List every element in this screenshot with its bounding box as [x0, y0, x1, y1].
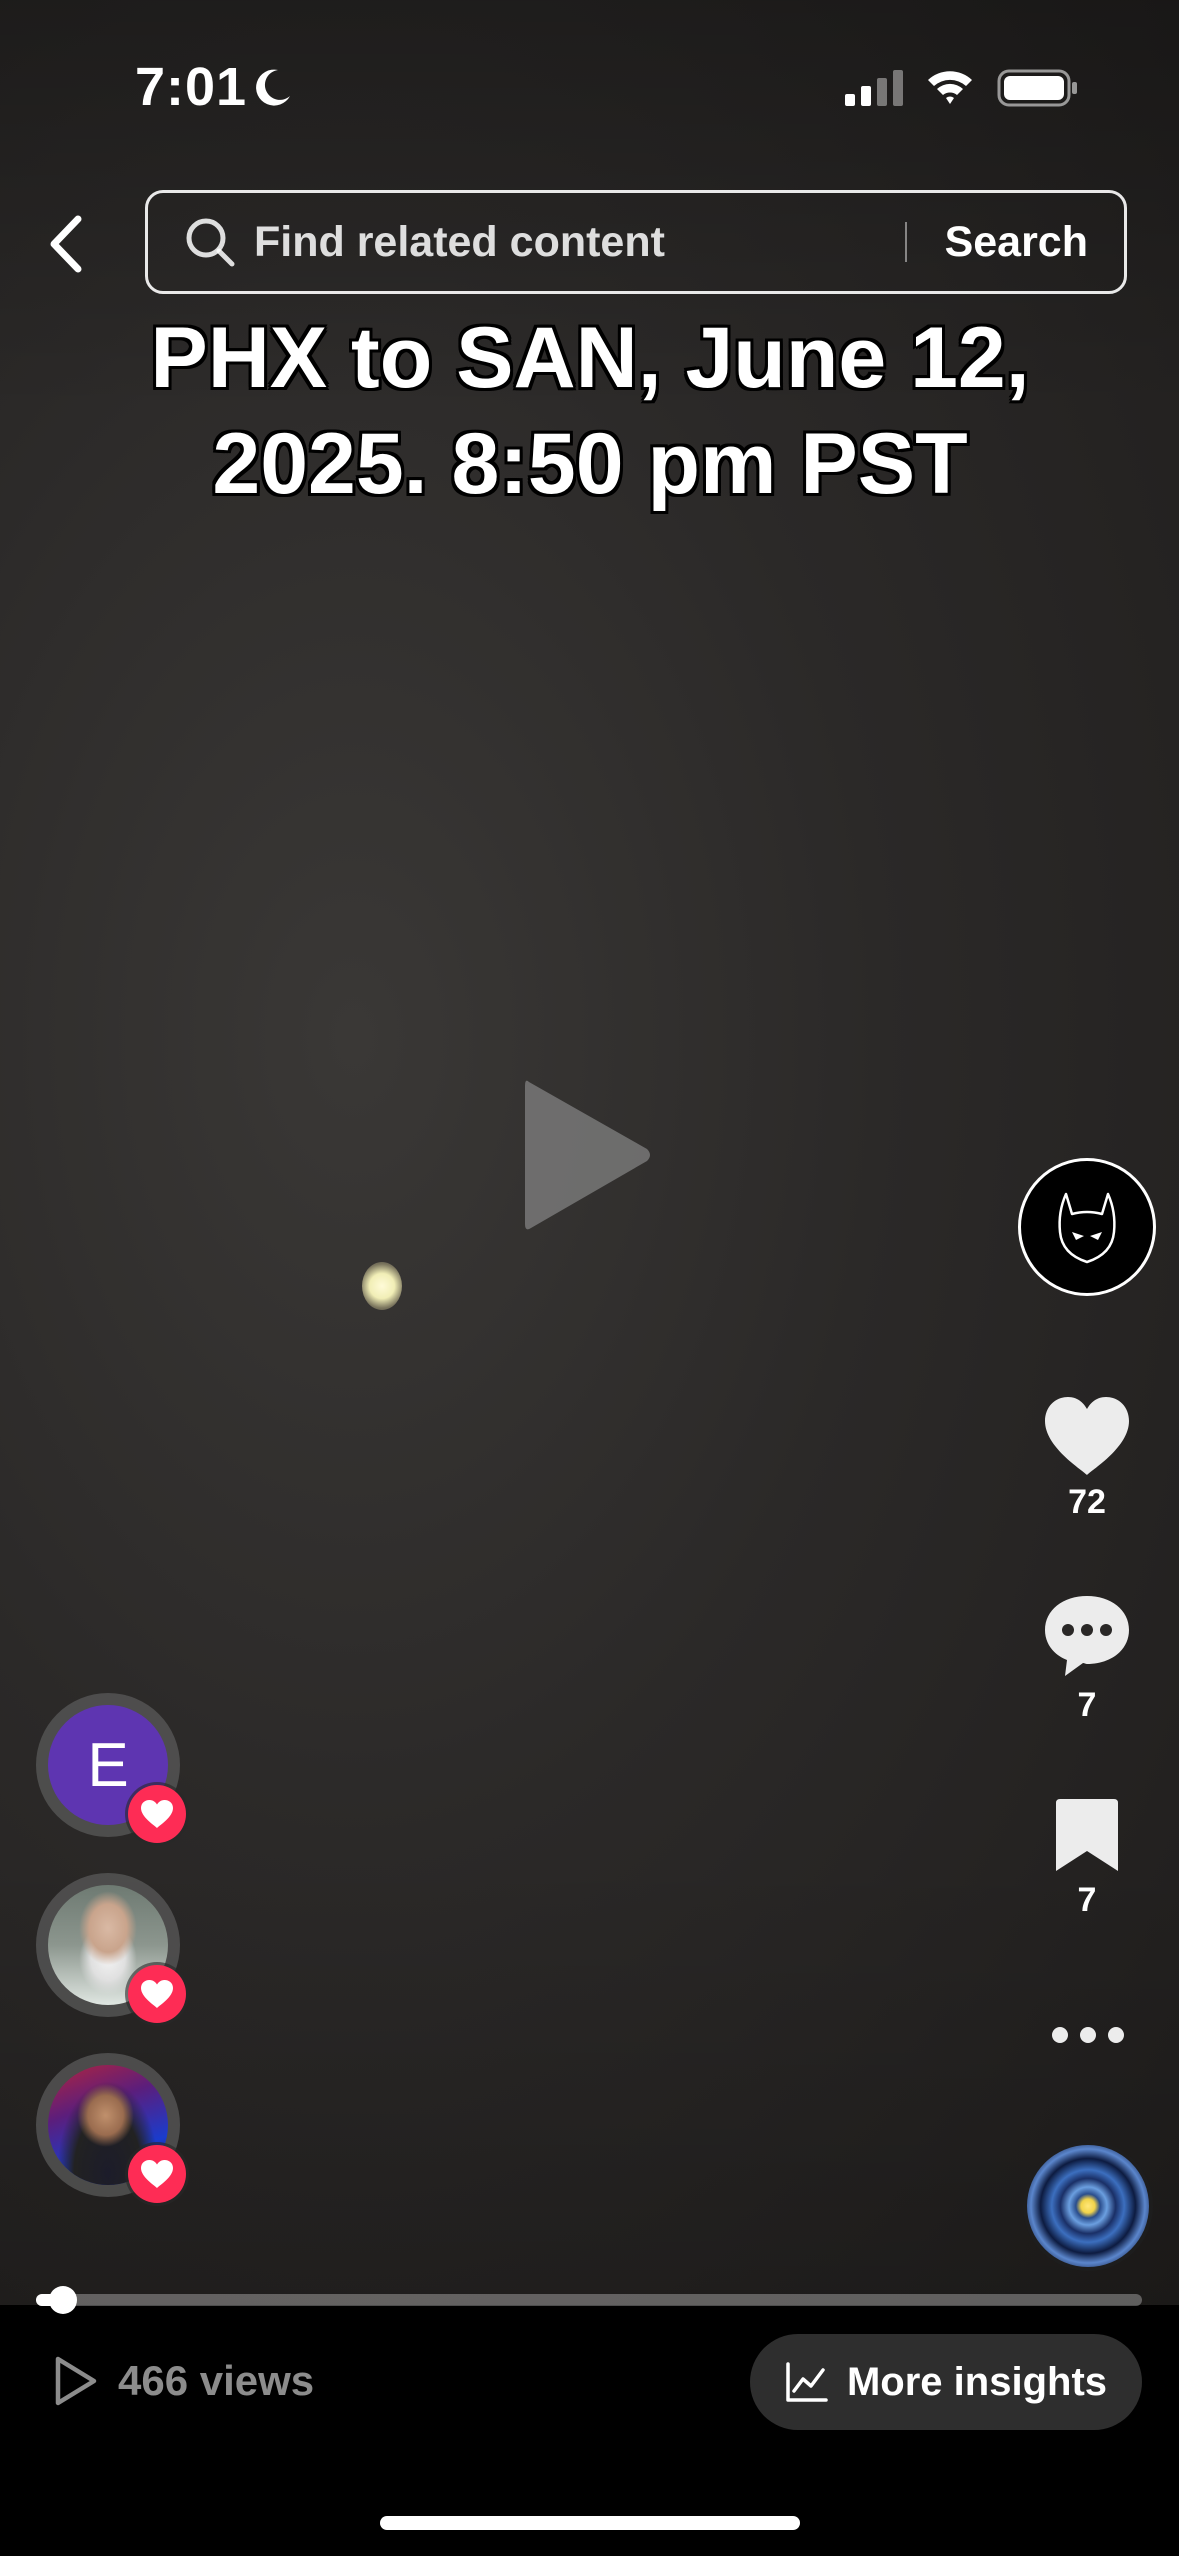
liker-avatar[interactable] — [36, 2053, 186, 2203]
heart-icon — [141, 1980, 173, 2008]
more-dots-icon[interactable] — [1050, 2020, 1126, 2050]
home-indicator[interactable] — [380, 2516, 800, 2530]
heart-icon — [141, 1800, 173, 1828]
heart-badge — [128, 2145, 186, 2203]
video-progress-bar[interactable] — [36, 2286, 1142, 2314]
heart-badge — [128, 1965, 186, 2023]
search-icon — [186, 218, 235, 267]
creator-avatar[interactable] — [1018, 1158, 1156, 1296]
moon-icon — [256, 69, 290, 106]
chart-line-icon — [786, 2362, 828, 2402]
chevron-left-icon — [50, 215, 82, 273]
bookmark-icon — [1056, 1799, 1118, 1871]
views-count: 466 views — [52, 2334, 314, 2428]
wifi-icon — [928, 71, 972, 104]
more-insights-button[interactable]: More insights — [750, 2334, 1142, 2430]
batman-mask-icon — [1058, 1192, 1116, 1264]
back-button[interactable] — [36, 210, 96, 278]
video-caption: PHX to SAN, June 12, 2025. 8:50 pm PST — [150, 310, 1030, 512]
like-count: 72 — [1068, 1483, 1106, 1521]
cellular-signal-icon — [845, 70, 903, 106]
comment-button[interactable]: 7 — [1018, 1592, 1156, 1725]
like-button[interactable]: 72 — [1018, 1395, 1156, 1522]
liker-avatar[interactable] — [36, 1873, 186, 2023]
search-button[interactable]: Search — [907, 218, 1124, 267]
search-input[interactable] — [252, 216, 905, 268]
play-outline-icon — [55, 2356, 97, 2406]
save-count: 7 — [1077, 1881, 1097, 1919]
heart-icon — [1045, 1397, 1129, 1475]
search-bar: Search — [145, 190, 1127, 294]
battery-icon — [997, 69, 1077, 107]
heart-icon — [141, 2160, 173, 2188]
play-icon[interactable] — [515, 1070, 655, 1240]
comment-icon — [1045, 1596, 1129, 1676]
status-bar: 7:01 — [0, 0, 1179, 170]
save-button[interactable]: 7 — [1018, 1795, 1156, 1920]
status-time: 7:01 — [135, 57, 248, 117]
heart-badge — [128, 1785, 186, 1843]
light-in-sky — [362, 1262, 402, 1310]
progress-scrubber[interactable] — [48, 2286, 77, 2314]
views-label: 466 views — [118, 2357, 315, 2404]
comment-count: 7 — [1077, 1686, 1097, 1724]
music-disc-icon[interactable] — [1027, 2145, 1149, 2267]
more-insights-label: More insights — [846, 2359, 1108, 2404]
liker-avatar[interactable]: E — [36, 1693, 186, 1843]
